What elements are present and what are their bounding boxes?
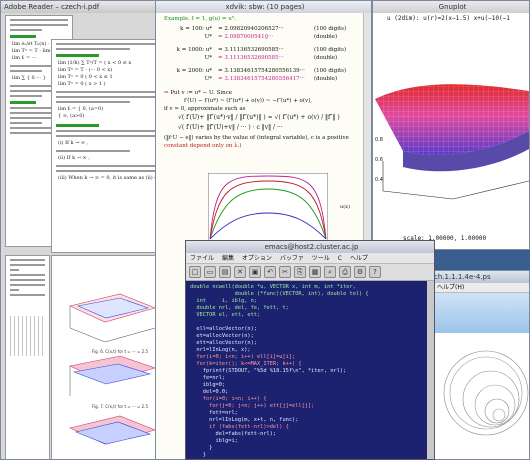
proposition-14-heading: [56, 124, 100, 127]
code-line: fe=nrl;: [190, 375, 226, 381]
window-title: ch.1.1.1.4e-4.ps: [431, 271, 529, 283]
proposition-heading: [10, 35, 37, 38]
pdf-page-3: [5, 255, 50, 459]
code-line: fprintf(STDOUT, "%5d %18.15f\n", *iter, …: [190, 368, 347, 374]
cut-icon[interactable]: ✂: [279, 266, 291, 278]
menu-options[interactable]: オプション: [242, 255, 272, 262]
code-line: nrl=lInLog(m, x+t, n, func);: [190, 417, 299, 423]
code-line: double ncwell(double *u, VECTOR x, int m…: [190, 284, 356, 290]
menu-c[interactable]: C: [338, 255, 342, 262]
svg-text:0.8: 0.8: [375, 137, 383, 143]
svg-text:0.6: 0.6: [375, 157, 383, 163]
dvi-plot: [208, 173, 328, 243]
save-icon[interactable]: ▣: [249, 266, 261, 278]
window-title: emacs@host2.cluster.ac.jp: [186, 241, 434, 253]
code-line: VECTOR el, ett, ett;: [190, 312, 261, 318]
code-line: ett=allocVector(n);: [190, 340, 257, 346]
menu-tools[interactable]: ツール: [312, 255, 330, 262]
code-line: ell=allocVector(n);: [190, 326, 257, 332]
code-line: for(j=0; j<n; j++) ett[j]=ell[j];: [190, 403, 315, 409]
code-line: fett=nrl;: [190, 410, 238, 416]
code-line: for(k=iter(); k<=MAX_ITER; k++) {: [190, 361, 302, 367]
undo-icon[interactable]: ↶: [264, 266, 276, 278]
code-line: et=allocVector(n);: [190, 333, 254, 339]
new-file-icon[interactable]: □: [189, 266, 201, 278]
open-folder-icon[interactable]: ▭: [204, 266, 216, 278]
code-line: if (fabs(fett-nrl)>del) {: [190, 424, 289, 430]
code-line: del=0.0;: [190, 389, 229, 395]
print-icon[interactable]: ⎙: [339, 266, 351, 278]
code-line: for(i=0; i<n; i++) {: [190, 396, 267, 402]
viewer-menu[interactable]: ヘルプ(H): [431, 283, 529, 293]
ps-viewer-window[interactable]: ch.1.1.1.4e-4.ps ヘルプ(H): [430, 270, 530, 460]
menu-buffers[interactable]: バッファ: [280, 255, 304, 262]
example-heading: Example. f = 1, g(u) = u³.: [164, 16, 236, 22]
fig-caption-2: Fig. 7. C(x,t) for t = ··· = 2.5: [92, 404, 148, 409]
menu-file[interactable]: ファイル: [190, 255, 214, 262]
help-icon[interactable]: ?: [369, 266, 381, 278]
pdf-page-2: lim (1/h) ∑ Tⁿ/T = ( x < 0 ≤ x lim Tⁿ = …: [51, 39, 171, 253]
code-line: del=fabs(fett-nrl);: [190, 431, 277, 437]
gnuplot-surface: 0.8 0.6 0.4: [375, 84, 529, 200]
result-table: k = 100: u* = 2.09820940206527··· (100 dig…: [176, 26, 347, 82]
code-line: }: [190, 452, 206, 458]
viewer-circles: [443, 350, 529, 436]
proposition-13-heading: [56, 54, 100, 57]
emacs-toolbar: □ ▭ ▤ ✕ ▣ ↶ ✂ ⎘ ▦ ⌕ ⎙ ⚙ ?: [186, 264, 434, 281]
emacs-window[interactable]: emacs@host2.cluster.ac.jp ファイル 編集 オプション …: [185, 240, 435, 460]
adobe-reader-window[interactable]: Adobe Reader – czech-i.pdf lim ∂ₓ/∂t Tₖ(…: [0, 0, 175, 460]
window-title: Gnuplot: [373, 1, 529, 13]
gnuplot-header: u (2dim): u(r)=2(x−1.5) x+u(−10(−1: [387, 15, 510, 22]
code-line: nrl=lInLog(n, x);: [190, 347, 251, 353]
code-line: double (*func)(VECTOR, int), double tol)…: [190, 291, 369, 297]
emacs-menubar: ファイル 編集 オプション バッファ ツール C ヘルプ: [186, 253, 434, 264]
code-line: for(i=0; i<n; i++) ell[i]=u[i];: [190, 354, 296, 360]
window-title: xdvik: sbw: (10 pages): [156, 1, 371, 13]
menu-help[interactable]: ヘルプ: [350, 255, 368, 262]
code-line: iblg=0;: [190, 382, 226, 388]
emacs-scrollbar[interactable]: [427, 281, 434, 459]
close-icon[interactable]: ✕: [234, 266, 246, 278]
copy-icon[interactable]: ⎘: [294, 266, 306, 278]
open-file-icon[interactable]: ▤: [219, 266, 231, 278]
search-icon[interactable]: ⌕: [324, 266, 336, 278]
code-editor[interactable]: double ncwell(double *u, VECTOR x, int m…: [186, 281, 434, 459]
paste-icon[interactable]: ▦: [309, 266, 321, 278]
code-line: int i, iblg, n;: [190, 298, 257, 304]
code-line: iblg=i;: [190, 438, 238, 444]
svg-text:0.4: 0.4: [375, 177, 383, 183]
viewer-sky-image: [431, 293, 529, 333]
plot-axis-label: u(x): [340, 204, 350, 210]
dvi-content: Example. f = 1, g(u) = u³. k = 100: u* = …: [156, 13, 371, 152]
menu-edit[interactable]: 編集: [222, 255, 234, 262]
code-line: double nrl, del, fe, fett, t;: [190, 305, 289, 311]
fig-caption-1: Fig. 6. C(x,t) for t = ··· = 2.5: [92, 349, 148, 354]
preferences-icon[interactable]: ⚙: [354, 266, 366, 278]
window-title: Adobe Reader – czech-i.pdf: [1, 1, 174, 13]
gnuplot-window[interactable]: Gnuplot u (2dim): u(r)=2(x−1.5) x+u(−10(…: [372, 0, 530, 250]
code-line: }: [190, 445, 213, 451]
